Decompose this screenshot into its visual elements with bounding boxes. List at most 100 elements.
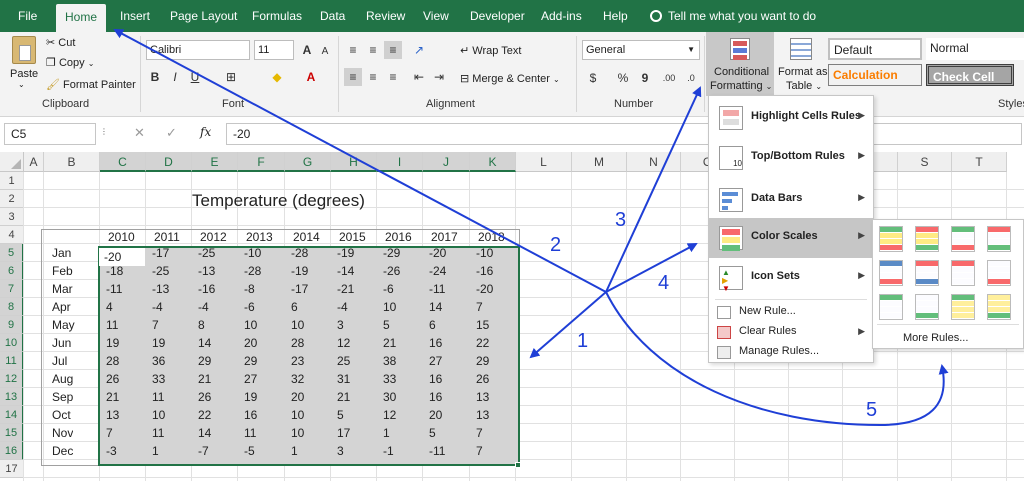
color-scale-option[interactable] <box>879 226 903 252</box>
tab-add-ins[interactable]: Add-ins <box>541 0 582 32</box>
tab-data[interactable]: Data <box>320 0 345 32</box>
increase-decimal-icon[interactable]: .00 <box>660 69 678 87</box>
month-label[interactable]: Sep <box>52 388 73 406</box>
color-scale-option[interactable] <box>951 294 975 320</box>
underline-button[interactable]: U <box>186 68 204 86</box>
align-right-icon[interactable]: ≡ <box>384 68 402 86</box>
style-check-cell[interactable]: Check Cell <box>926 64 1014 86</box>
format-painter-button[interactable]: 🖌 Format Painter <box>46 78 136 91</box>
tab-view[interactable]: View <box>423 0 449 32</box>
font-size-select[interactable]: 11 <box>254 40 294 60</box>
align-middle-icon[interactable]: ≡ <box>364 41 382 59</box>
month-label[interactable]: May <box>52 316 75 334</box>
tab-review[interactable]: Review <box>366 0 405 32</box>
column-header-l[interactable]: L <box>516 152 572 172</box>
wrap-text-button[interactable]: ↵ Wrap Text <box>460 44 521 57</box>
month-label[interactable]: Mar <box>52 280 73 298</box>
italic-button[interactable]: I <box>166 68 184 86</box>
column-header-k[interactable]: K <box>470 152 516 172</box>
color-scale-option[interactable] <box>915 226 939 252</box>
column-header-h[interactable]: H <box>331 152 377 172</box>
tab-formulas[interactable]: Formulas <box>252 0 302 32</box>
row-header-9[interactable]: 9 <box>0 316 24 334</box>
select-all-corner[interactable] <box>0 152 24 172</box>
tab-home[interactable]: Home <box>56 4 106 32</box>
year-header[interactable]: 2010 <box>108 228 135 246</box>
tab-file[interactable]: File <box>18 0 37 32</box>
month-label[interactable]: Apr <box>52 298 71 316</box>
color-scale-option[interactable] <box>951 226 975 252</box>
cancel-icon[interactable]: ✕ <box>134 125 145 141</box>
row-header-13[interactable]: 13 <box>0 388 24 406</box>
month-label[interactable]: Oct <box>52 406 71 424</box>
merge-center-button[interactable]: ⊟ Merge & Center ⌄ <box>460 72 560 85</box>
style-calculation[interactable]: Calculation <box>828 64 922 86</box>
comma-button[interactable]: 9 <box>636 69 654 87</box>
color-scale-option[interactable] <box>987 260 1011 286</box>
month-label[interactable]: Jan <box>52 244 71 262</box>
font-color-icon[interactable]: A <box>302 68 320 86</box>
align-bottom-icon[interactable]: ≡ <box>384 41 402 59</box>
enter-icon[interactable]: ✓ <box>166 125 177 141</box>
format-as-table-button[interactable]: Format as Table ⌄ <box>776 32 828 96</box>
month-label[interactable]: Dec <box>52 442 73 460</box>
row-header-11[interactable]: 11 <box>0 352 24 370</box>
tab-help[interactable]: Help <box>603 0 628 32</box>
number-format-select[interactable]: General ▼ <box>582 40 700 60</box>
currency-button[interactable]: $ <box>584 69 602 87</box>
fill-handle[interactable] <box>515 462 521 468</box>
column-header-m[interactable]: M <box>572 152 627 172</box>
shrink-font-button[interactable]: A <box>316 43 334 61</box>
column-header-j[interactable]: J <box>423 152 470 172</box>
color-scale-option[interactable] <box>987 294 1011 320</box>
color-scale-option[interactable] <box>987 226 1011 252</box>
tab-developer[interactable]: Developer <box>470 0 525 32</box>
name-box-more-icon[interactable]: ⋮ <box>100 127 108 136</box>
menu-item-clear-rules[interactable]: Clear Rules ▶ <box>709 322 873 342</box>
menu-item-color-scales[interactable]: Color Scales ▶ <box>709 218 873 258</box>
menu-item-new-rule[interactable]: New Rule... <box>709 302 873 322</box>
formula-input[interactable]: -20 <box>226 123 1022 145</box>
color-scale-option[interactable] <box>951 260 975 286</box>
row-header-17[interactable]: 17 <box>0 460 24 478</box>
conditional-formatting-button[interactable]: Conditional Formatting ⌄ <box>706 32 774 96</box>
tab-insert[interactable]: Insert <box>120 0 150 32</box>
month-label[interactable]: Jul <box>52 352 67 370</box>
row-header-16[interactable]: 16 <box>0 442 24 460</box>
menu-item-highlight-cells-rules[interactable]: Highlight Cells Rules ▶ <box>709 98 873 138</box>
row-header-12[interactable]: 12 <box>0 370 24 388</box>
column-header-s[interactable]: S <box>898 152 952 172</box>
function-icon[interactable]: fx <box>200 125 211 139</box>
style-normal[interactable]: Normal <box>926 38 1024 60</box>
column-header-e[interactable]: E <box>192 152 238 172</box>
menu-item-top-bottom-rules[interactable]: 10 Top/Bottom Rules ▶ <box>709 138 873 178</box>
orientation-icon[interactable]: ↗ <box>410 41 428 59</box>
row-header-2[interactable]: 2 <box>0 190 24 208</box>
color-scale-option[interactable] <box>915 260 939 286</box>
font-name-select[interactable]: Calibri <box>146 40 250 60</box>
column-header-t[interactable]: T <box>952 152 1007 172</box>
row-header-10[interactable]: 10 <box>0 334 24 352</box>
paste-button[interactable]: Paste <box>10 68 38 80</box>
copy-button[interactable]: ❐ Copy ⌄ <box>46 56 94 69</box>
grow-font-button[interactable]: A <box>298 41 316 59</box>
fill-color-icon[interactable]: ◆ <box>268 68 286 86</box>
paste-chevron-icon[interactable]: ⌄ <box>18 80 25 89</box>
bold-button[interactable]: B <box>146 68 164 86</box>
increase-indent-icon[interactable]: ⇥ <box>430 68 448 86</box>
month-label[interactable]: Aug <box>52 370 73 388</box>
column-header-c[interactable]: C <box>100 152 146 172</box>
color-scale-option[interactable] <box>879 260 903 286</box>
menu-item-manage-rules[interactable]: Manage Rules... <box>709 342 873 362</box>
row-header-4[interactable]: 4 <box>0 226 24 244</box>
month-label[interactable]: Nov <box>52 424 73 442</box>
row-header-5[interactable]: 5 <box>0 244 24 262</box>
align-left-icon[interactable]: ≡ <box>344 68 362 86</box>
row-header-3[interactable]: 3 <box>0 208 24 226</box>
row-header-1[interactable]: 1 <box>0 172 24 190</box>
row-header-6[interactable]: 6 <box>0 262 24 280</box>
cut-button[interactable]: ✂ Cut <box>46 36 75 49</box>
column-header-b[interactable]: B <box>44 152 100 172</box>
row-header-7[interactable]: 7 <box>0 280 24 298</box>
paste-icon[interactable] <box>12 36 36 64</box>
